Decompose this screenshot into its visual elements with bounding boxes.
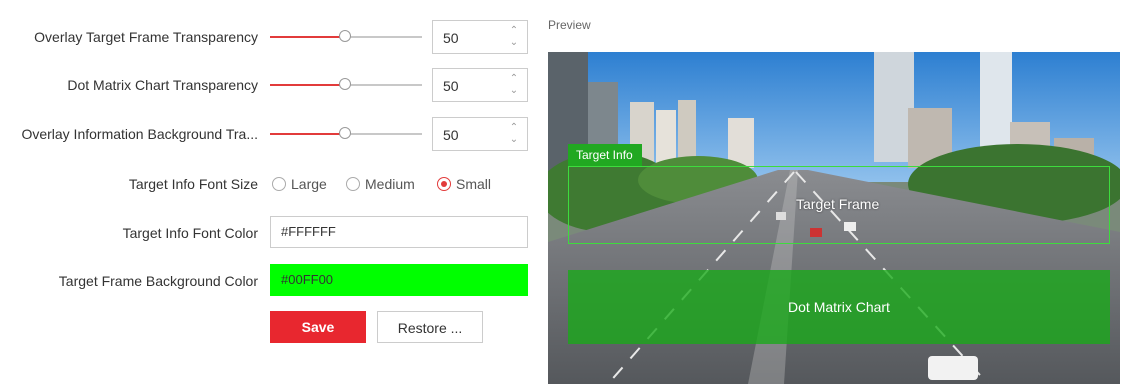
slider-fill	[270, 133, 346, 135]
radio-selected-icon[interactable]	[437, 177, 451, 191]
overlay-target-frame-slider[interactable]	[270, 20, 422, 54]
save-button[interactable]: Save	[270, 311, 366, 343]
font-color-label: Target Info Font Color	[122, 225, 258, 241]
frame-bg-color-label: Target Frame Background Color	[58, 273, 258, 289]
radio-large-label: Large	[291, 176, 327, 192]
slider-thumb[interactable]	[339, 30, 351, 42]
radio-small[interactable]: Small	[437, 167, 491, 201]
radio-circle-icon[interactable]	[346, 177, 360, 191]
radio-medium[interactable]: Medium	[346, 167, 415, 201]
radio-small-label: Small	[456, 176, 492, 192]
dot-matrix-slider[interactable]	[270, 68, 422, 102]
chevron-down-icon[interactable]: ⌄	[507, 134, 521, 146]
overlay-target-frame-input[interactable]: 50 ⌃ ⌄	[432, 20, 528, 54]
overlay-info-bg-row: Overlay Information Background Tra... 50…	[0, 117, 540, 151]
radio-large[interactable]: Large	[272, 167, 327, 201]
restore-button[interactable]: Restore ...	[377, 311, 483, 343]
dot-matrix-row: Dot Matrix Chart Transparency 50 ⌃ ⌄	[0, 68, 540, 102]
overlay-target-frame-label: Overlay Target Frame Transparency	[34, 29, 258, 45]
number-value: 50	[443, 30, 459, 46]
target-frame-label: Target Frame	[796, 196, 880, 212]
slider-fill	[270, 36, 346, 38]
slider-fill	[270, 84, 346, 86]
overlay-info-bg-label: Overlay Information Background Tra...	[21, 126, 258, 142]
overlay-info-bg-input[interactable]: 50 ⌃ ⌄	[432, 117, 528, 151]
number-value: 50	[443, 127, 459, 143]
font-size-label: Target Info Font Size	[128, 176, 258, 192]
overlay-target-frame-row: Overlay Target Frame Transparency 50 ⌃ ⌄	[0, 20, 540, 54]
chevron-up-icon[interactable]: ⌃	[507, 73, 521, 85]
number-value: 50	[443, 78, 459, 94]
chevron-down-icon[interactable]: ⌄	[507, 37, 521, 49]
radio-medium-label: Medium	[365, 176, 415, 192]
dot-matrix-label: Dot Matrix Chart Transparency	[67, 77, 258, 93]
slider-thumb[interactable]	[339, 127, 351, 139]
chevron-up-icon[interactable]: ⌃	[507, 122, 521, 134]
dot-matrix-chart-label: Dot Matrix Chart	[788, 299, 890, 315]
overlay-info-bg-slider[interactable]	[270, 117, 422, 151]
preview-pane: Target Info Target Frame Dot Matrix Char…	[548, 52, 1120, 384]
number-stepper[interactable]: ⌃ ⌄	[507, 25, 521, 51]
number-stepper[interactable]: ⌃ ⌄	[507, 122, 521, 148]
frame-bg-color-input[interactable]: #00FF00	[270, 264, 528, 296]
action-buttons: Save Restore ...	[0, 311, 540, 345]
frame-bg-color-row: Target Frame Background Color #00FF00	[0, 264, 540, 298]
dot-matrix-input[interactable]: 50 ⌃ ⌄	[432, 68, 528, 102]
font-size-row: Target Info Font Size Large Medium Small	[0, 167, 540, 201]
chevron-down-icon[interactable]: ⌄	[507, 85, 521, 97]
slider-thumb[interactable]	[339, 78, 351, 90]
chevron-up-icon[interactable]: ⌃	[507, 25, 521, 37]
target-info-tag: Target Info	[568, 144, 642, 166]
font-color-row: Target Info Font Color #FFFFFF	[0, 216, 540, 250]
preview-label: Preview	[548, 18, 591, 32]
dot-matrix-chart-box: Dot Matrix Chart	[568, 270, 1110, 344]
number-stepper[interactable]: ⌃ ⌄	[507, 73, 521, 99]
radio-circle-icon[interactable]	[272, 177, 286, 191]
font-color-input[interactable]: #FFFFFF	[270, 216, 528, 248]
